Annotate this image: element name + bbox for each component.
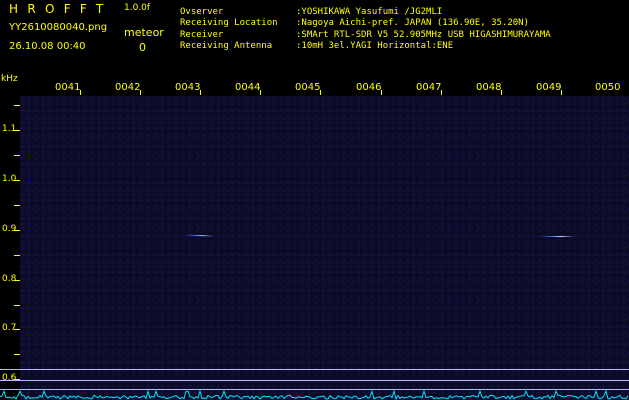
meteor-counter-label: meteor <box>124 26 164 39</box>
time-tick <box>80 90 81 95</box>
receiver-key: Receiver <box>180 30 224 40</box>
time-label: 0045 <box>295 82 321 93</box>
time-tick <box>140 90 141 95</box>
time-tick <box>381 90 382 95</box>
observer-value: :YOSHIKAWA Yasufumi /JG2MLI <box>296 7 443 17</box>
meteor-counter-value: 0 <box>139 41 146 54</box>
app-version: 1.0.0f <box>124 3 151 13</box>
observer-key: Ovserver <box>180 7 224 17</box>
freq-label: 1.0 <box>2 174 17 184</box>
freq-tick <box>14 180 20 181</box>
time-label: 0050 <box>595 82 621 93</box>
freq-tick <box>14 155 20 156</box>
time-label: 0041 <box>55 82 81 93</box>
freq-tick <box>14 105 20 106</box>
time-label: 0043 <box>175 82 201 93</box>
time-tick <box>320 90 321 95</box>
freq-label: 0.8 <box>2 274 17 284</box>
time-tick <box>561 90 562 95</box>
freq-tick <box>14 280 20 281</box>
timestamp: 26.10.08 00:40 <box>9 41 86 52</box>
file-name: YY2610080040.png <box>9 22 108 33</box>
freq-tick <box>14 305 20 306</box>
freq-label: 0.7 <box>2 323 17 333</box>
freq-tick <box>14 329 20 330</box>
reference-line <box>0 369 629 370</box>
receiver-value: :SMArt RTL-SDR V5 52.905MHz USB HIGASHIM… <box>296 30 551 40</box>
meteor-echo <box>540 236 574 237</box>
location-key: Receiving Location <box>180 18 278 28</box>
spectrum-trace <box>0 389 629 400</box>
waterfall-display <box>20 96 629 400</box>
location-value: :Nagoya Aichi-pref. JAPAN (136.90E, 35.2… <box>296 18 529 28</box>
time-tick <box>200 90 201 95</box>
freq-tick <box>14 255 20 256</box>
antenna-key: Receiving Antenna <box>180 41 273 51</box>
time-tick <box>441 90 442 95</box>
freq-label: 0.6 <box>2 373 17 383</box>
time-label: 0047 <box>416 82 442 93</box>
antenna-value: :10mH 3el.YAGI Horizontal:ENE <box>296 41 454 51</box>
time-label: 0049 <box>536 82 562 93</box>
time-label: 0048 <box>476 82 502 93</box>
app-title: HROFFT <box>9 2 113 16</box>
time-tick <box>260 90 261 95</box>
freq-tick <box>14 130 20 131</box>
freq-tick <box>14 205 20 206</box>
freq-tick <box>14 354 20 355</box>
time-label: 0042 <box>115 82 141 93</box>
freq-tick <box>14 230 20 231</box>
time-label: 0044 <box>235 82 261 93</box>
freq-label: 1.1 <box>2 124 17 134</box>
time-tick <box>501 90 502 95</box>
y-axis-unit: kHz <box>1 74 18 84</box>
time-label: 0046 <box>356 82 382 93</box>
reference-line <box>0 380 629 381</box>
freq-label: 0.9 <box>2 224 17 234</box>
